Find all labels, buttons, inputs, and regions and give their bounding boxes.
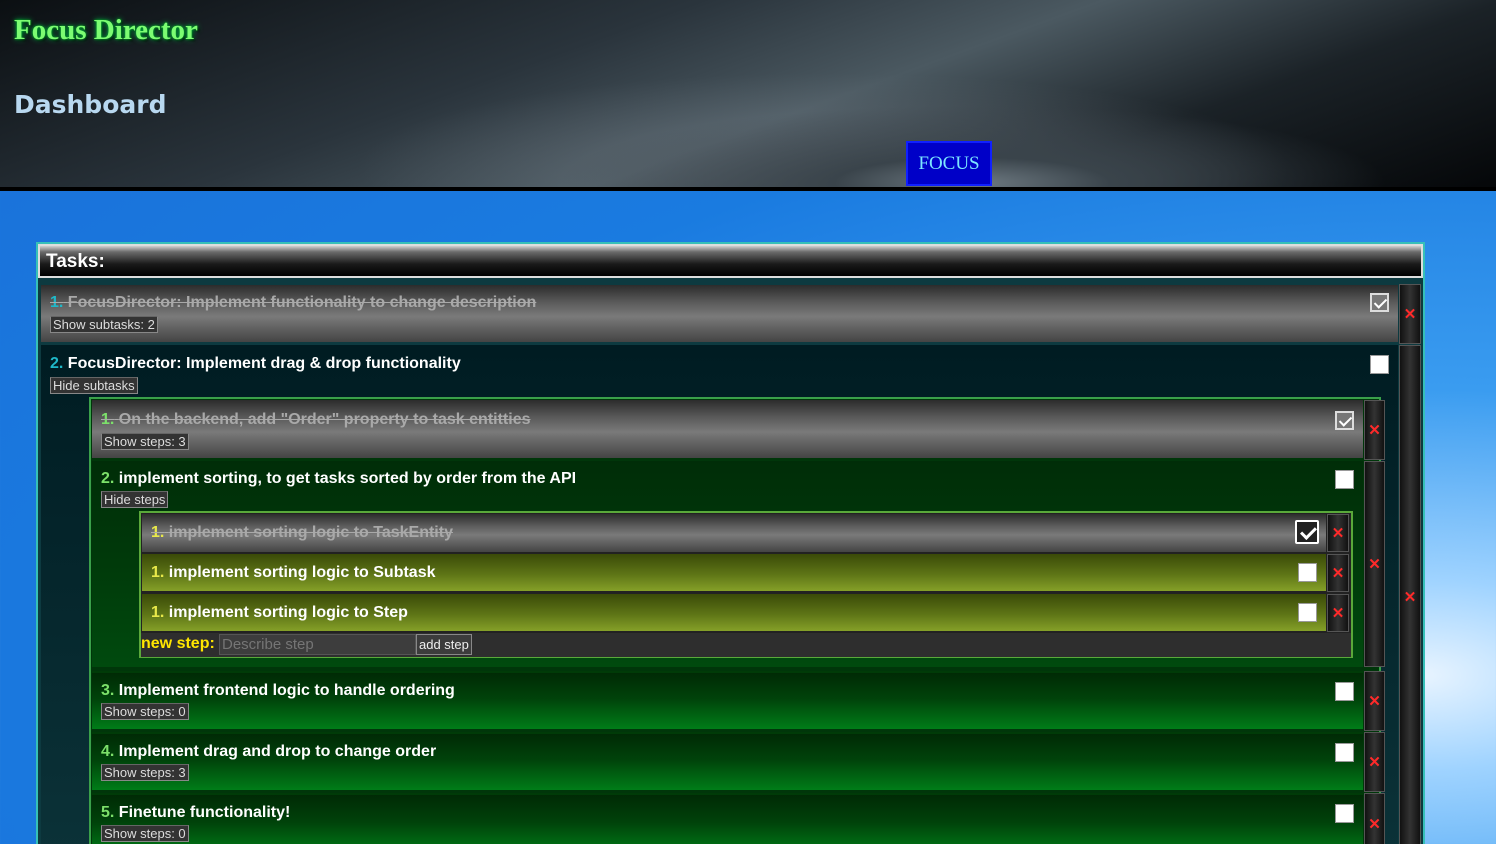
delete-step-button[interactable]: ✕ [1327,594,1349,632]
subtask-done-checkbox[interactable] [1335,470,1354,489]
header-banner: Focus Director Dashboard FOCUS [0,0,1496,191]
step-row: 1. implement sorting logic to TaskEntity [142,514,1326,552]
subtask-number: 3. [101,682,115,699]
delete-subtask-button[interactable]: ✕ [1364,671,1385,731]
close-x-icon: ✕ [1368,753,1381,771]
delete-subtask-button[interactable]: ✕ [1364,400,1385,460]
subtask-row: 3. Implement frontend logic to handle or… [92,671,1363,729]
step-title: 1. implement sorting logic to Subtask [151,564,436,582]
delete-step-button[interactable]: ✕ [1327,514,1349,552]
step-number: 1. [151,524,165,541]
step-done-checkbox[interactable] [1298,563,1317,582]
task-title: 2. FocusDirector: Implement drag & drop … [50,355,461,373]
subtask-title-text: On the backend, add "Order" property to … [118,411,531,428]
subtasks-list: 1. On the backend, add "Order" property … [89,397,1385,844]
subtask-row: 5. Finetune functionality! Show steps: 0 [92,793,1363,844]
delete-step-button[interactable]: ✕ [1327,554,1349,592]
subtask-title: 5. Finetune functionality! [101,804,290,822]
tasks-panel: Tasks: 1. FocusDirector: Implement funct… [36,242,1425,844]
step-title-text: implement sorting logic to TaskEntity [168,524,453,541]
subtask-number: 1. [101,411,115,428]
close-x-icon: ✕ [1368,815,1381,833]
subtask-title-text: Finetune functionality! [118,804,291,821]
add-step-button[interactable]: add step [416,634,472,655]
focus-button[interactable]: FOCUS [906,141,992,186]
close-x-icon: ✕ [1368,692,1381,710]
close-x-icon: ✕ [1331,604,1345,622]
step-title: 1. implement sorting logic to TaskEntity [151,524,453,542]
app-title: Focus Director [14,14,198,46]
task-title: 1. FocusDirector: Implement functionalit… [50,294,536,312]
subtask-number: 4. [101,743,115,760]
task-number: 1. [50,294,64,311]
task-title-text: FocusDirector: Implement functionality t… [67,294,537,311]
subtask-done-checkbox[interactable] [1335,804,1354,823]
subtask-row: 1. On the backend, add "Order" property … [92,400,1363,458]
close-x-icon: ✕ [1368,555,1381,573]
step-title: 1. implement sorting logic to Step [151,604,408,622]
close-x-icon: ✕ [1368,421,1381,439]
delete-subtask-button[interactable]: ✕ [1364,793,1385,844]
subtask-title: 1. On the backend, add "Order" property … [101,411,531,429]
show-steps-button[interactable]: Show steps: 3 [101,764,189,781]
close-x-icon: ✕ [1331,564,1345,582]
show-subtasks-button[interactable]: Show subtasks: 2 [50,316,158,333]
close-x-icon: ✕ [1331,524,1345,542]
tasks-panel-title: Tasks: [38,244,1423,278]
new-step-form: new step: add step [141,633,1351,657]
hide-steps-button[interactable]: Hide steps [101,491,169,508]
step-number: 1. [151,564,165,581]
subtask-title: 2. implement sorting, to get tasks sorte… [101,470,576,488]
subtask-done-checkbox[interactable] [1335,743,1354,762]
delete-subtask-button[interactable]: ✕ [1364,461,1385,667]
task-done-checkbox[interactable] [1370,355,1389,374]
delete-task-button[interactable]: ✕ [1399,284,1421,344]
close-x-icon: ✕ [1403,305,1417,323]
new-step-label: new step: [141,635,215,652]
subtask-number: 2. [101,470,115,487]
step-done-checkbox[interactable] [1298,603,1317,622]
subtask-done-checkbox[interactable] [1335,411,1354,430]
step-title-text: implement sorting logic to Subtask [168,564,436,581]
step-row: 1. implement sorting logic to Step [142,594,1326,632]
delete-task-button[interactable]: ✕ [1399,345,1421,844]
step-row: 1. implement sorting logic to Subtask [142,554,1326,592]
task-row: 2. FocusDirector: Implement drag & drop … [41,345,1398,844]
hide-subtasks-button[interactable]: Hide subtasks [50,377,138,394]
task-title-text: FocusDirector: Implement drag & drop fun… [67,355,461,372]
subtask-title-text: implement sorting, to get tasks sorted b… [118,470,577,487]
step-number: 1. [151,604,165,621]
show-steps-button[interactable]: Show steps: 0 [101,703,189,720]
steps-list: 1. implement sorting logic to TaskEntity… [139,511,1353,658]
page-title: Dashboard [14,90,167,119]
subtask-number: 5. [101,804,115,821]
subtask-done-checkbox[interactable] [1335,682,1354,701]
subtask-title: 4. Implement drag and drop to change ord… [101,743,436,761]
show-steps-button[interactable]: Show steps: 3 [101,433,189,450]
step-title-text: implement sorting logic to Step [168,604,408,621]
task-done-checkbox[interactable] [1370,293,1389,312]
subtask-title-text: Implement drag and drop to change order [118,743,437,760]
task-number: 2. [50,355,64,372]
subtask-row: 2. implement sorting, to get tasks sorte… [92,461,1363,667]
show-steps-button[interactable]: Show steps: 0 [101,825,189,842]
close-x-icon: ✕ [1403,589,1417,606]
task-row: 1. FocusDirector: Implement functionalit… [41,285,1398,342]
delete-subtask-button[interactable]: ✕ [1364,732,1385,792]
subtask-title-text: Implement frontend logic to handle order… [118,682,455,699]
step-done-checkbox[interactable] [1295,520,1319,544]
new-step-input[interactable] [219,634,416,655]
subtask-row: 4. Implement drag and drop to change ord… [92,732,1363,790]
subtask-title: 3. Implement frontend logic to handle or… [101,682,455,700]
